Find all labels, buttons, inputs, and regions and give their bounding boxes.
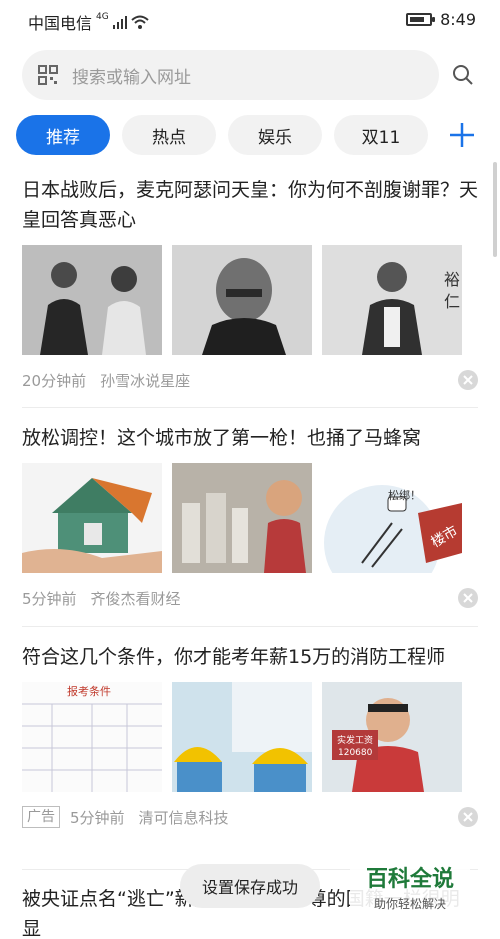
news-image[interactable]: 松绑！ 楼市: [322, 463, 462, 573]
dismiss-button[interactable]: [458, 370, 478, 390]
news-source[interactable]: 齐俊杰看财经: [91, 588, 181, 609]
search-input[interactable]: 搜索或输入网址: [72, 63, 191, 88]
news-title[interactable]: 放松调控！这个城市放了第一枪！也捅了马蜂窝: [22, 423, 478, 453]
news-title[interactable]: 日本战败后，麦克阿瑟问天皇：你为何不剖腹谢罪？天皇回答真恶心: [22, 175, 478, 235]
clock: 8:49: [440, 10, 476, 29]
signal-icon: [112, 16, 127, 29]
ad-badge: 广告: [22, 806, 60, 828]
status-right: 8:49: [406, 10, 476, 29]
news-item[interactable]: 日本战败后，麦克阿瑟问天皇：你为何不剖腹谢罪？天皇回答真恶心 裕 仁 20分钟前…: [22, 175, 478, 397]
news-source[interactable]: 孙雪冰说星座: [100, 370, 190, 391]
add-tab-icon[interactable]: [447, 120, 477, 150]
battery-icon: [406, 13, 436, 26]
image-caption: 报考条件: [67, 684, 111, 698]
dismiss-button[interactable]: [458, 588, 478, 608]
news-thumbnails: 报考条件 实发工资 120680: [22, 682, 478, 792]
news-image[interactable]: 实发工资 120680: [322, 682, 462, 792]
qr-code-icon[interactable]: [38, 65, 58, 85]
dismiss-button[interactable]: [458, 807, 478, 827]
news-image[interactable]: [22, 463, 162, 573]
news-item[interactable]: 放松调控！这个城市放了第一枪！也捅了马蜂窝 松绑！ 楼市 5分钟前 齐俊杰看财经: [22, 423, 478, 615]
watermark-subtitle: 助你轻松解决: [373, 897, 446, 911]
cartoon-caption: 松绑！: [388, 488, 421, 502]
svg-text:裕: 裕: [444, 270, 460, 289]
news-thumbnails: 松绑！ 楼市: [22, 463, 478, 573]
watermark-title: 百科全说: [365, 867, 454, 892]
news-meta: 20分钟前 孙雪冰说星座: [22, 363, 478, 397]
watermark-logo: 百科全说 助你轻松解决: [350, 855, 470, 913]
news-title[interactable]: 符合这几个条件，你才能考年薪15万的消防工程师: [22, 642, 478, 672]
wifi-icon: [131, 15, 149, 29]
news-image[interactable]: [22, 245, 162, 355]
close-icon: [463, 593, 473, 603]
image-caption: 120680: [338, 748, 373, 758]
search-icon[interactable]: [452, 64, 474, 86]
news-time: 5分钟前: [70, 808, 125, 827]
divider: [22, 407, 478, 408]
toast-message: 设置保存成功: [180, 864, 320, 908]
tab-double11[interactable]: 双11: [334, 115, 428, 155]
tab-entertainment[interactable]: 娱乐: [228, 115, 322, 155]
divider: [22, 626, 478, 627]
news-image[interactable]: [172, 682, 312, 792]
news-source[interactable]: 清可信息科技: [139, 807, 229, 828]
network-label: 4G: [96, 12, 109, 22]
close-icon: [463, 375, 473, 385]
news-image[interactable]: 报考条件: [22, 682, 162, 792]
tab-recommend[interactable]: 推荐: [16, 115, 110, 155]
news-image[interactable]: 裕 仁: [322, 245, 462, 355]
scrollbar[interactable]: [493, 162, 497, 257]
news-time: 5分钟前: [22, 589, 77, 608]
news-item[interactable]: 符合这几个条件，你才能考年薪15万的消防工程师 报考条件 实发工资 120680…: [22, 642, 478, 834]
news-meta: 广告 5分钟前 清可信息科技: [22, 800, 478, 834]
news-time: 20分钟前: [22, 371, 87, 390]
close-icon: [463, 812, 473, 822]
svg-text:仁: 仁: [444, 292, 460, 311]
news-image[interactable]: [172, 245, 312, 355]
tab-hot[interactable]: 热点: [122, 115, 216, 155]
image-caption: 实发工资: [337, 734, 373, 746]
carrier-label: 中国电信: [28, 14, 93, 33]
news-meta: 5分钟前 齐俊杰看财经: [22, 581, 478, 615]
category-tabs: 推荐 热点 娱乐 双11: [16, 115, 428, 155]
status-left: 中国电信 4G: [28, 10, 149, 34]
news-image[interactable]: [172, 463, 312, 573]
status-bar: 中国电信 4G 8:49: [0, 0, 500, 40]
news-thumbnails: 裕 仁: [22, 245, 478, 355]
search-bar[interactable]: 搜索或输入网址: [22, 50, 439, 100]
